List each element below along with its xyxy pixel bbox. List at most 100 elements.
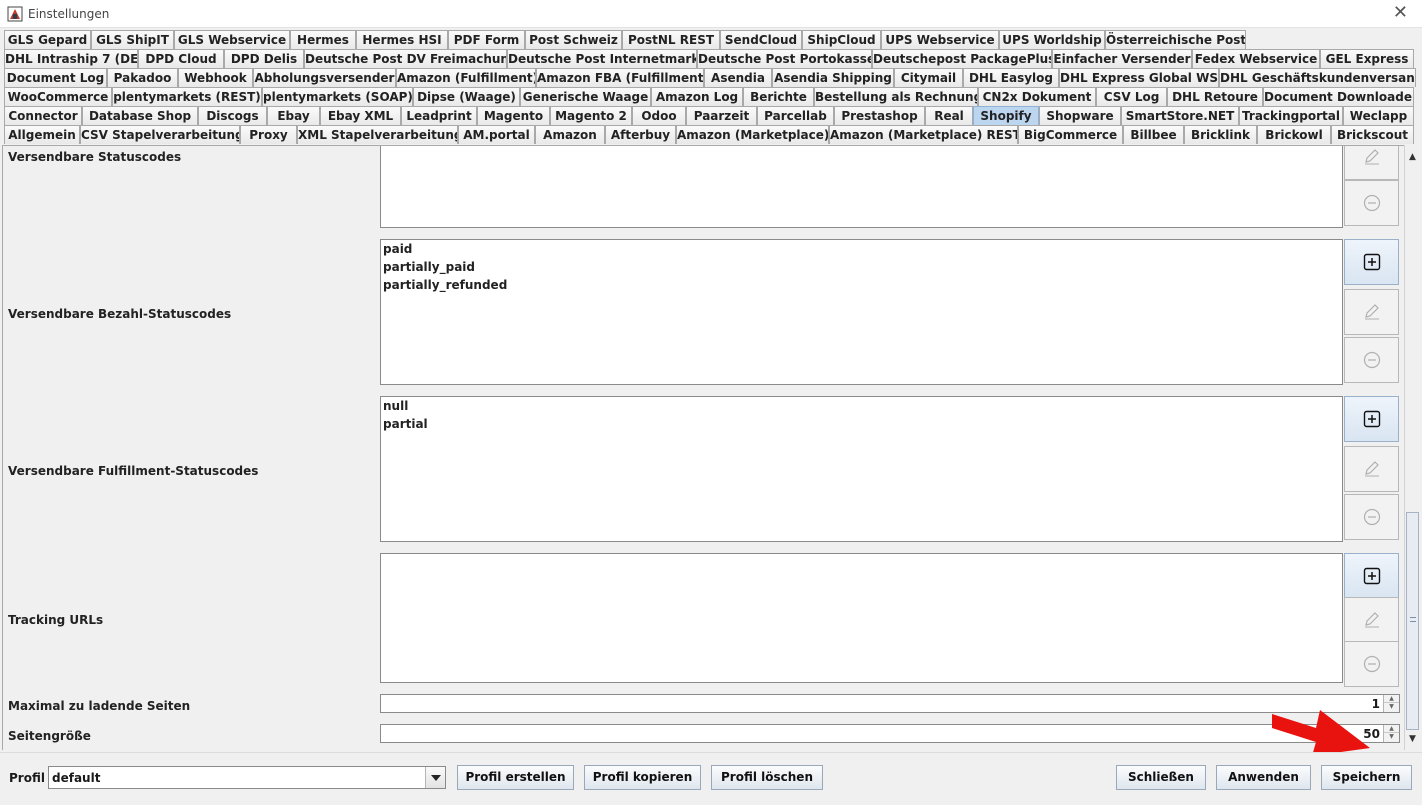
tab-prestashop[interactable]: Prestashop <box>834 106 925 125</box>
tab-database-shop[interactable]: Database Shop <box>82 106 198 125</box>
edit-button-bezahl[interactable] <box>1344 289 1399 335</box>
tab-gls-webservice[interactable]: GLS Webservice <box>174 30 290 49</box>
tab-webhook[interactable]: Webhook <box>178 68 253 87</box>
tab-gls-gepard[interactable]: GLS Gepard <box>4 30 91 49</box>
remove-button-statuscodes[interactable] <box>1344 180 1399 226</box>
scroll-thumb[interactable] <box>1406 512 1419 730</box>
tab-ups-worldship[interactable]: UPS Worldship <box>999 30 1105 49</box>
tab-dipse-waage[interactable]: Dipse (Waage) <box>413 87 520 106</box>
tab-generische-waage[interactable]: Generische Waage <box>520 87 651 106</box>
seitengroesse-value[interactable]: 50 <box>1363 727 1380 741</box>
tab-document-log[interactable]: Document Log <box>4 68 107 87</box>
tab-shipcloud[interactable]: ShipCloud <box>802 30 881 49</box>
tab-weclapp[interactable]: Weclapp <box>1343 106 1414 125</box>
add-button-bezahl[interactable] <box>1344 239 1399 285</box>
spinner-up-icon[interactable]: ▲ <box>1384 725 1399 733</box>
tab-csv-log[interactable]: CSV Log <box>1096 87 1167 106</box>
tab-gls-shipit[interactable]: GLS ShipIT <box>91 30 174 49</box>
list-item[interactable]: partially_refunded <box>381 276 1342 294</box>
add-button-fulfillment[interactable] <box>1344 396 1399 442</box>
tab-bigcommerce[interactable]: BigCommerce <box>1018 125 1123 144</box>
list-item[interactable]: null <box>381 397 1342 415</box>
tab-discogs[interactable]: Discogs <box>198 106 267 125</box>
close-icon[interactable]: ✕ <box>1393 3 1408 23</box>
tab-bestellung-als-rechnung[interactable]: Bestellung als Rechnung <box>814 87 978 106</box>
remove-button-fulfillment[interactable] <box>1344 494 1399 540</box>
tab-dhl-intraship[interactable]: DHL Intraship 7 (DE) <box>4 49 138 68</box>
vertical-scrollbar[interactable]: ▲ ▼ <box>1404 145 1420 750</box>
tab-dhl-express-global[interactable]: DHL Express Global WS <box>1059 68 1219 87</box>
tab-woocommerce[interactable]: WooCommerce <box>4 87 112 106</box>
list-item[interactable]: partial <box>381 415 1342 433</box>
spinner-up-icon[interactable]: ▲ <box>1384 695 1399 703</box>
profil-kopieren-button[interactable]: Profil kopieren <box>584 765 701 790</box>
tab-allgemein[interactable]: Allgemein <box>4 125 80 144</box>
tab-connector[interactable]: Connector <box>4 106 82 125</box>
tab-abholungsversender[interactable]: Abholungsversender <box>253 68 396 87</box>
tab-afterbuy[interactable]: Afterbuy <box>605 125 676 144</box>
tab-einfacher-versender[interactable]: Einfacher Versender <box>1052 49 1192 68</box>
tab-plentymarkets-rest[interactable]: plentymarkets (REST) <box>112 87 262 106</box>
tab-dp-internetmarke[interactable]: Deutsche Post Internetmarke <box>507 49 697 68</box>
max-seiten-spinner[interactable]: 1 ▲ ▼ <box>380 694 1400 713</box>
tab-postnl-rest[interactable]: PostNL REST <box>622 30 720 49</box>
tab-citymail[interactable]: Citymail <box>894 68 963 87</box>
tab-real[interactable]: Real <box>925 106 973 125</box>
list-bezahl-statuscodes[interactable]: paid partially_paid partially_refunded <box>380 239 1343 385</box>
remove-button-bezahl[interactable] <box>1344 337 1399 383</box>
tab-paarzeit[interactable]: Paarzeit <box>686 106 757 125</box>
tab-cn2x-dokument[interactable]: CN2x Dokument <box>978 87 1096 106</box>
tab-shopify[interactable]: Shopify <box>973 106 1039 125</box>
scroll-up-icon[interactable]: ▲ <box>1405 149 1420 165</box>
chevron-down-icon[interactable] <box>425 767 445 788</box>
spinner-down-icon[interactable]: ▼ <box>1384 703 1399 711</box>
tab-brickscout[interactable]: Brickscout <box>1331 125 1414 144</box>
max-seiten-value[interactable]: 1 <box>1372 697 1380 711</box>
tab-magento-2[interactable]: Magento 2 <box>550 106 632 125</box>
scroll-down-icon[interactable]: ▼ <box>1405 731 1420 747</box>
tab-berichte[interactable]: Berichte <box>743 87 814 106</box>
list-item[interactable]: paid <box>381 240 1342 258</box>
add-button-tracking[interactable] <box>1344 553 1399 599</box>
tab-dp-portokasse[interactable]: Deutsche Post Portokasse <box>697 49 872 68</box>
tab-smartstore[interactable]: SmartStore.NET <box>1121 106 1239 125</box>
tab-billbee[interactable]: Billbee <box>1123 125 1184 144</box>
tab-hermes[interactable]: Hermes <box>290 30 356 49</box>
list-tracking-urls[interactable] <box>380 553 1343 683</box>
tab-hermes-hsi[interactable]: Hermes HSI <box>356 30 448 49</box>
tab-dhl-easylog[interactable]: DHL Easylog <box>963 68 1059 87</box>
tab-proxy[interactable]: Proxy <box>240 125 297 144</box>
seitengroesse-spinner[interactable]: 50 ▲ ▼ <box>380 724 1400 743</box>
tab-pdf-form[interactable]: PDF Form <box>448 30 525 49</box>
tab-dhl-geschaeftskunden[interactable]: DHL Geschäftskundenversand <box>1219 68 1416 87</box>
tab-sendcloud[interactable]: SendCloud <box>720 30 802 49</box>
tab-trackingportal[interactable]: Trackingportal <box>1239 106 1343 125</box>
tab-am-portal[interactable]: AM.portal <box>458 125 535 144</box>
tab-gel-express[interactable]: GEL Express <box>1320 49 1414 68</box>
tab-amazon[interactable]: Amazon <box>535 125 605 144</box>
spinner-down-icon[interactable]: ▼ <box>1384 733 1399 741</box>
tab-magento[interactable]: Magento <box>477 106 550 125</box>
tab-dp-dv-freimachung[interactable]: Deutsche Post DV Freimachung <box>304 49 507 68</box>
edit-button-tracking[interactable] <box>1344 597 1399 643</box>
tab-bricklink[interactable]: Bricklink <box>1184 125 1257 144</box>
anwenden-button[interactable]: Anwenden <box>1216 765 1311 790</box>
profil-value[interactable]: default <box>52 771 100 785</box>
tab-pakadoo[interactable]: Pakadoo <box>107 68 178 87</box>
tab-amazon-marketplace-rest[interactable]: Amazon (Marketplace) REST <box>829 125 1018 144</box>
tab-dpd-delis[interactable]: DPD Delis <box>224 49 304 68</box>
tab-amazon-marketplace[interactable]: Amazon (Marketplace) <box>676 125 829 144</box>
remove-button-tracking[interactable] <box>1344 641 1399 687</box>
profil-loeschen-button[interactable]: Profil löschen <box>711 765 823 790</box>
tab-ebay[interactable]: Ebay <box>267 106 320 125</box>
tab-amazon-fulfillment[interactable]: Amazon (Fulfillment) <box>396 68 536 87</box>
list-item[interactable]: partially_paid <box>381 258 1342 276</box>
schliessen-button[interactable]: Schließen <box>1116 765 1206 790</box>
tab-amazon-log[interactable]: Amazon Log <box>651 87 743 106</box>
tab-parcellab[interactable]: Parcellab <box>757 106 834 125</box>
tab-plentymarkets-soap[interactable]: plentymarkets (SOAP) <box>262 87 413 106</box>
list-fulfillment-statuscodes[interactable]: null partial <box>380 396 1343 542</box>
profil-erstellen-button[interactable]: Profil erstellen <box>457 765 574 790</box>
tab-fedex-webservice[interactable]: Fedex Webservice <box>1192 49 1320 68</box>
edit-button-statuscodes[interactable] <box>1344 146 1399 180</box>
